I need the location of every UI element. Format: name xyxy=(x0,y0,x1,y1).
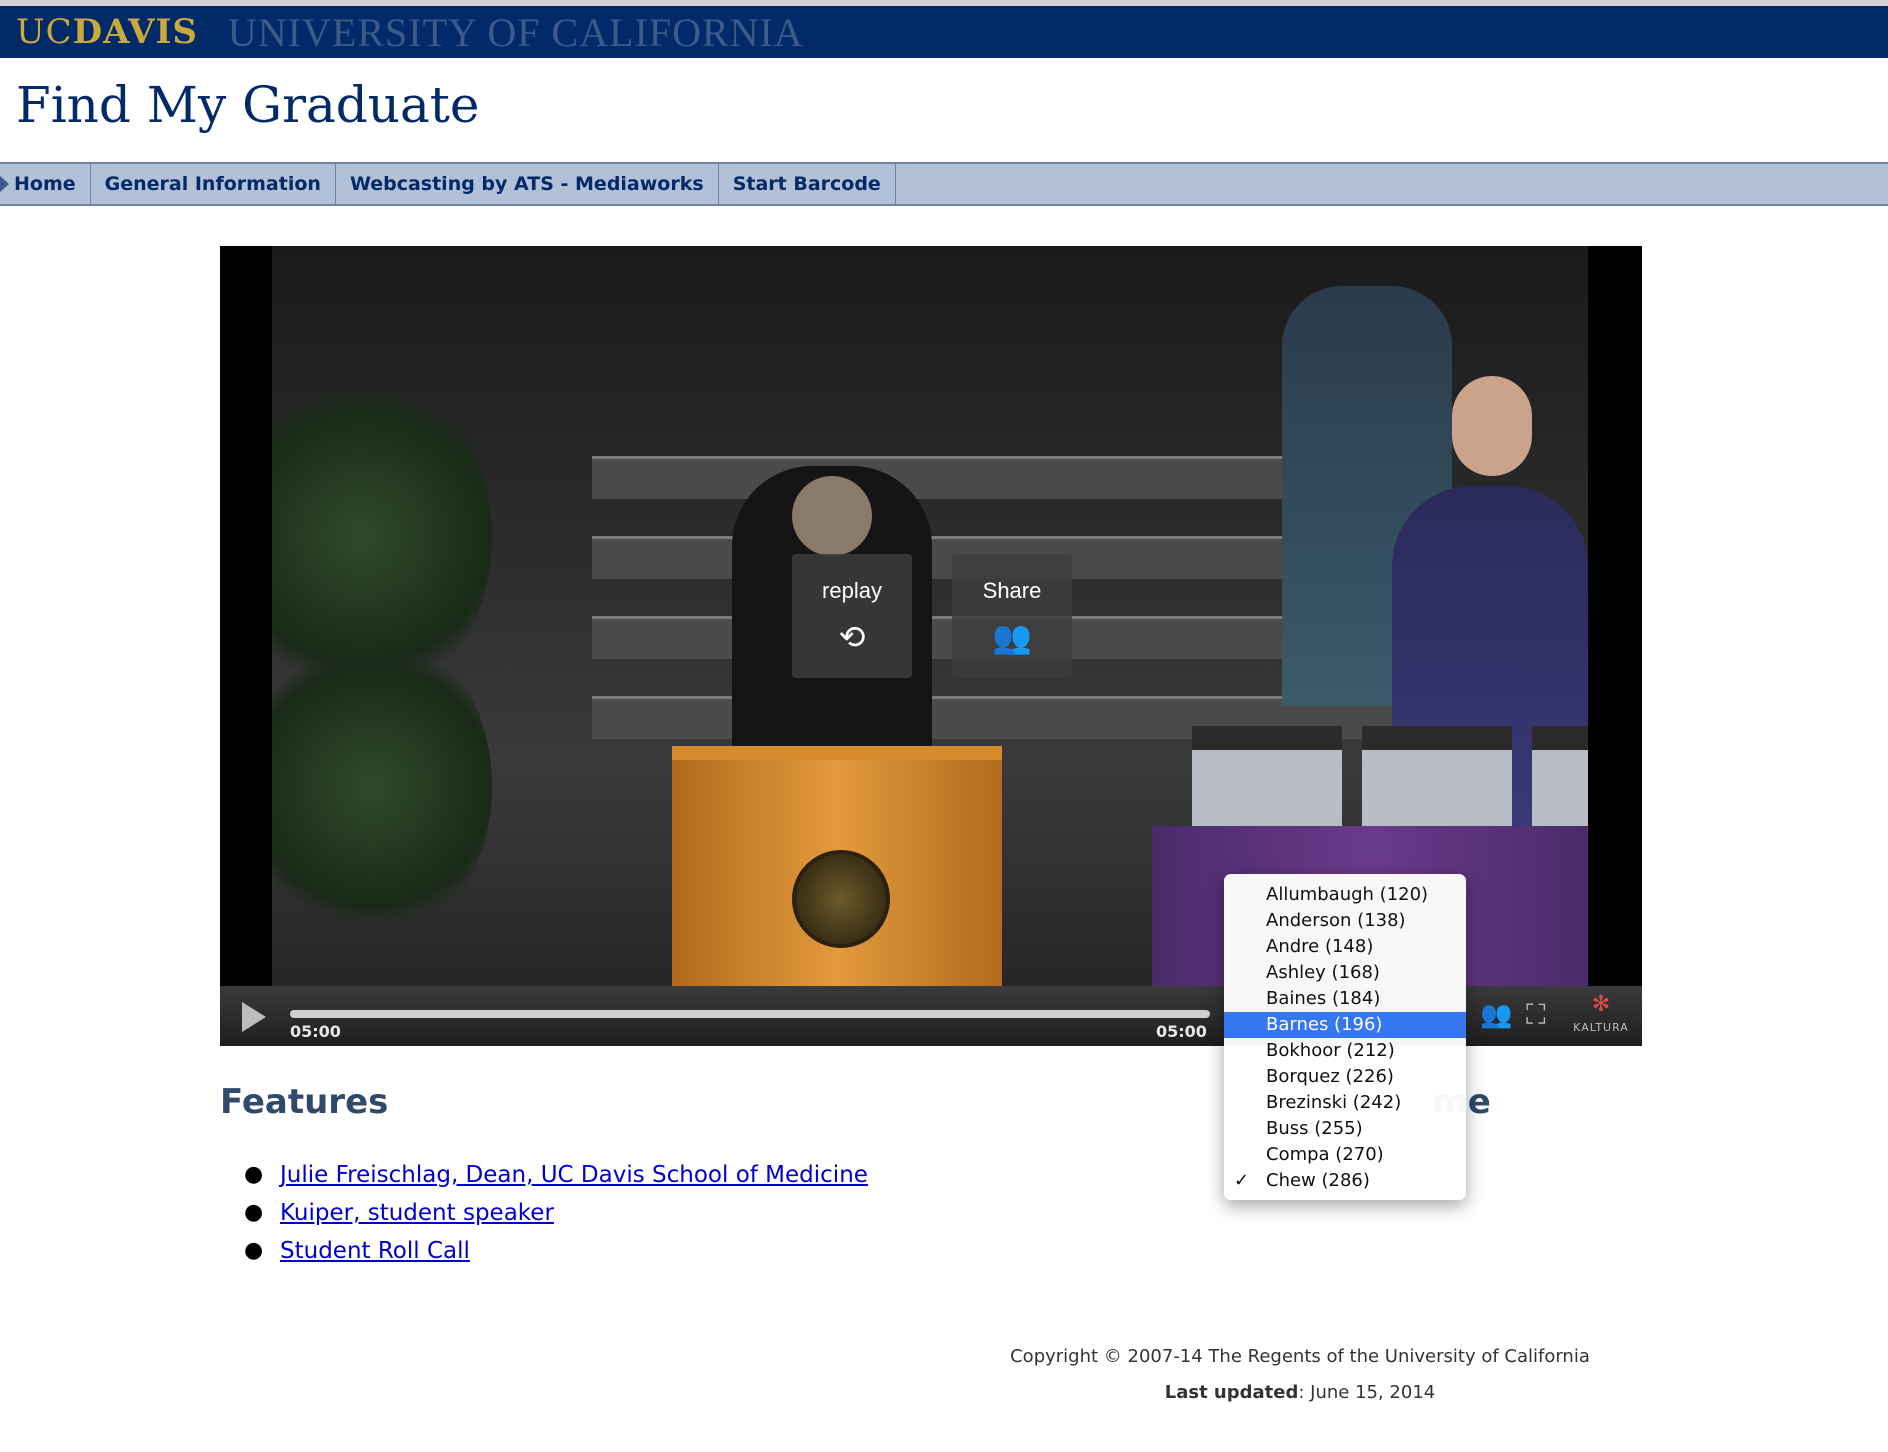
feature-link-dean[interactable]: Julie Freischlag, Dean, UC Davis School … xyxy=(280,1162,868,1188)
copyright-text: Copyright © 2007-14 The Regents of the U… xyxy=(1010,1346,1590,1367)
replay-label: replay xyxy=(822,578,882,603)
current-time: 05:00 xyxy=(290,1022,341,1041)
uc-seal-icon xyxy=(792,850,890,948)
dropdown-option[interactable]: Ashley (168) xyxy=(1224,960,1466,986)
nav-item-webcasting[interactable]: Webcasting by ATS - Mediaworks xyxy=(336,164,719,204)
ucdavis-banner: UCDAVIS UNIVERSITY OF CALIFORNIA xyxy=(0,6,1888,58)
last-updated: Last updated: June 15, 2014 xyxy=(900,1382,1700,1403)
dropdown-option[interactable]: Bokhoor (212) xyxy=(1224,1038,1466,1064)
diploma-box xyxy=(1532,726,1588,840)
last-updated-value: : June 15, 2014 xyxy=(1298,1382,1436,1403)
dropdown-option-highlighted[interactable]: Barnes (196) xyxy=(1224,1012,1466,1038)
dropdown-option[interactable]: Allumbaugh (120) xyxy=(1224,882,1466,908)
share-people-icon: 👥 xyxy=(992,619,1032,655)
share-button[interactable]: Share 👥 xyxy=(952,554,1072,678)
diploma-box xyxy=(1362,726,1512,840)
nav-item-home[interactable]: Home xyxy=(0,164,91,204)
feature-link-roll-call[interactable]: Student Roll Call xyxy=(280,1238,470,1264)
feature-item: ● Student Roll Call xyxy=(244,1238,868,1276)
kaltura-star-icon: ✻ xyxy=(1591,992,1611,1017)
dropdown-option[interactable]: Baines (184) xyxy=(1224,986,1466,1012)
kaltura-wordmark: KALTURA xyxy=(1573,1021,1629,1034)
features-list: ● Julie Freischlag, Dean, UC Davis School… xyxy=(244,1162,868,1276)
play-button[interactable] xyxy=(242,1002,266,1032)
dropdown-option[interactable]: Andre (148) xyxy=(1224,934,1466,960)
share-label: Share xyxy=(982,578,1042,603)
replay-icon: ⟲ xyxy=(838,619,866,655)
progress-bar[interactable] xyxy=(290,1010,1210,1018)
family-name-dropdown-menu[interactable]: Allumbaugh (120) Anderson (138) Andre (1… xyxy=(1224,874,1466,1200)
speaker-head xyxy=(792,476,872,556)
nav-current-arrow-icon xyxy=(0,176,9,192)
check-icon: ✓ xyxy=(1234,1170,1250,1191)
feature-item: ● Kuiper, student speaker xyxy=(244,1200,868,1238)
dropdown-option[interactable]: Compa (270) xyxy=(1224,1142,1466,1168)
stage-stair xyxy=(592,456,1392,499)
podium xyxy=(672,746,1002,986)
replay-button[interactable]: replay ⟲ xyxy=(792,554,912,678)
feature-link-student-speaker[interactable]: Kuiper, student speaker xyxy=(280,1200,554,1226)
kaltura-logo[interactable]: ✻ KALTURA xyxy=(1566,994,1636,1035)
dropdown-option-label: Chew (286) xyxy=(1266,1170,1370,1191)
dropdown-option[interactable]: Borquez (226) xyxy=(1224,1064,1466,1090)
main-nav: Home General Information Webcasting by A… xyxy=(0,162,1888,206)
nav-item-general-information[interactable]: General Information xyxy=(91,164,336,204)
ucdavis-logo[interactable]: UCDAVIS xyxy=(16,12,198,52)
bullet-icon: ● xyxy=(244,1162,264,1187)
dropdown-option-checked[interactable]: ✓ Chew (286) xyxy=(1224,1168,1466,1194)
feature-item: ● Julie Freischlag, Dean, UC Davis School… xyxy=(244,1162,868,1200)
fullscreen-icon[interactable]: ⛶ xyxy=(1526,998,1546,1032)
dropdown-option[interactable]: Anderson (138) xyxy=(1224,908,1466,934)
share-control-icon[interactable]: 👥 xyxy=(1480,1000,1512,1030)
diploma-box xyxy=(1192,726,1342,840)
page-title: Find My Graduate xyxy=(16,76,480,134)
bullet-icon: ● xyxy=(244,1200,264,1225)
university-name: UNIVERSITY OF CALIFORNIA xyxy=(227,9,804,55)
features-heading: Features xyxy=(220,1082,389,1122)
graduate-head xyxy=(1452,376,1532,476)
bullet-icon: ● xyxy=(244,1238,264,1263)
dropdown-option[interactable]: Brezinski (242) xyxy=(1224,1090,1466,1116)
nav-item-start-barcode[interactable]: Start Barcode xyxy=(719,164,896,204)
last-updated-label: Last updated xyxy=(1164,1382,1299,1403)
duration-time: 05:00 xyxy=(1156,1022,1207,1041)
plant-decoration xyxy=(272,626,492,946)
dropdown-option[interactable]: Buss (255) xyxy=(1224,1116,1466,1142)
